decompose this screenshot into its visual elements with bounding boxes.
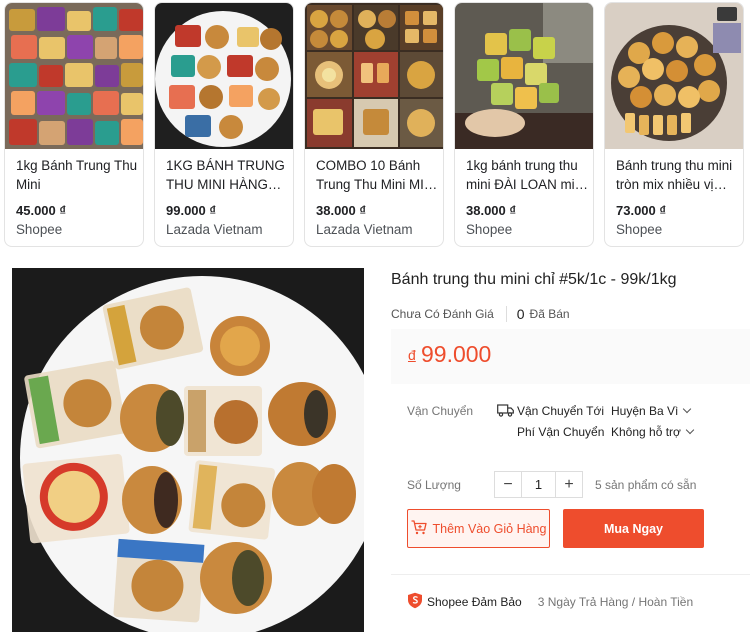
quantity-input[interactable]: 1 bbox=[521, 472, 556, 497]
ship-to-label: Vận Chuyển Tới bbox=[517, 404, 605, 418]
cart-icon bbox=[411, 519, 433, 538]
product-thumbnail bbox=[605, 3, 743, 149]
product-card-store: Lazada Vietnam bbox=[316, 222, 413, 237]
product-detail-panel: Bánh trung thu mini chỉ #5k/1c - 99k/1kg… bbox=[380, 264, 750, 640]
shipping-fee-label: Phí Vận Chuyển bbox=[517, 425, 605, 439]
shield-icon bbox=[407, 592, 423, 612]
product-card-price: 38.000 ₫ bbox=[466, 203, 517, 218]
product-card[interactable]: COMBO 10 Bánh Trung Thu Mini MI… 38.000 … bbox=[304, 2, 444, 247]
product-card-row: 1kg Bánh Trung Thu Mini 45.000 ₫ Shopee bbox=[4, 2, 746, 248]
rating-sold-row: Chưa Có Đánh Giá 0 Đã Bán bbox=[391, 306, 570, 322]
product-card-price: 99.000 ₫ bbox=[166, 203, 217, 218]
product-card[interactable]: 1kg bánh trung thu mini ĐÀI LOAN mi… 38.… bbox=[454, 2, 594, 247]
buy-now-button[interactable]: Mua Ngay bbox=[563, 509, 704, 548]
stock-text: 5 sản phẩm có sẵn bbox=[595, 478, 697, 492]
shipping-label: Vận Chuyển bbox=[407, 404, 474, 418]
price-box: đ 99.000 bbox=[391, 329, 750, 384]
decrease-button[interactable]: − bbox=[495, 472, 521, 497]
product-thumbnail bbox=[5, 3, 143, 149]
chevron-down-icon bbox=[683, 404, 692, 414]
add-to-cart-label: Thêm Vào Giỏ Hàng bbox=[432, 521, 547, 536]
shipping-fee-select[interactable]: Không hỗ trợ bbox=[611, 425, 695, 439]
product-main-image[interactable] bbox=[12, 268, 364, 632]
divider bbox=[505, 306, 507, 322]
product-price: 99.000 bbox=[421, 341, 492, 367]
chevron-down-icon bbox=[685, 425, 695, 435]
product-card-title[interactable]: 1kg bánh trung thu mini ĐÀI LOAN mi… bbox=[466, 156, 590, 194]
product-card-price: 45.000 ₫ bbox=[16, 203, 67, 218]
shipping-fee-value: Không hỗ trợ bbox=[611, 425, 681, 439]
product-card-title[interactable]: COMBO 10 Bánh Trung Thu Mini MI… bbox=[316, 156, 440, 194]
product-card-title[interactable]: 1kg Bánh Trung Thu Mini bbox=[16, 156, 140, 194]
product-card-price: 73.000 ₫ bbox=[616, 203, 667, 218]
product-card[interactable]: Bánh trung thu mini tròn mix nhiều vị… 7… bbox=[604, 2, 744, 247]
ship-to-value: Huyện Ba Vì bbox=[611, 404, 679, 418]
quantity-stepper: − 1 + bbox=[494, 471, 583, 498]
ship-to-select[interactable]: Huyện Ba Vì bbox=[611, 404, 692, 418]
product-card-store: Shopee bbox=[616, 222, 663, 237]
product-thumbnail bbox=[455, 3, 593, 149]
product-card-store: Shopee bbox=[16, 222, 63, 237]
guarantee-name: Shopee Đảm Bảo bbox=[427, 595, 522, 609]
product-card-title[interactable]: 1KG BÁNH TRUNG THU MINI HÀNG… bbox=[166, 156, 290, 194]
sold-count: 0 bbox=[516, 306, 525, 322]
product-card-store: Lazada Vietnam bbox=[166, 222, 263, 237]
increase-button[interactable]: + bbox=[556, 472, 582, 497]
product-thumbnail bbox=[155, 3, 293, 149]
product-card-title[interactable]: Bánh trung thu mini tròn mix nhiều vị… bbox=[616, 156, 740, 194]
product-thumbnail bbox=[305, 3, 443, 149]
product-card[interactable]: 1kg Bánh Trung Thu Mini 45.000 ₫ Shopee bbox=[4, 2, 144, 247]
guarantee-description: 3 Ngày Trả Hàng / Hoàn Tiền bbox=[537, 595, 694, 609]
add-to-cart-button[interactable]: Thêm Vào Giỏ Hàng bbox=[407, 509, 550, 548]
divider bbox=[391, 574, 750, 575]
product-title: Bánh trung thu mini chỉ #5k/1c - 99k/1kg bbox=[391, 271, 677, 288]
rating-text[interactable]: Chưa Có Đánh Giá bbox=[391, 307, 494, 321]
sold-label: Đã Bán bbox=[529, 307, 570, 321]
product-card-price: 38.000 ₫ bbox=[316, 203, 367, 218]
truck-icon bbox=[497, 404, 514, 422]
currency-symbol: đ bbox=[408, 347, 416, 363]
quantity-label: Số Lượng bbox=[407, 478, 461, 492]
shopee-guarantee[interactable]: Shopee Đảm Bảo 3 Ngày Trả Hàng / Hoàn Ti… bbox=[407, 592, 693, 612]
product-card[interactable]: 1KG BÁNH TRUNG THU MINI HÀNG… 99.000 ₫ L… bbox=[154, 2, 294, 247]
product-card-store: Shopee bbox=[466, 222, 513, 237]
